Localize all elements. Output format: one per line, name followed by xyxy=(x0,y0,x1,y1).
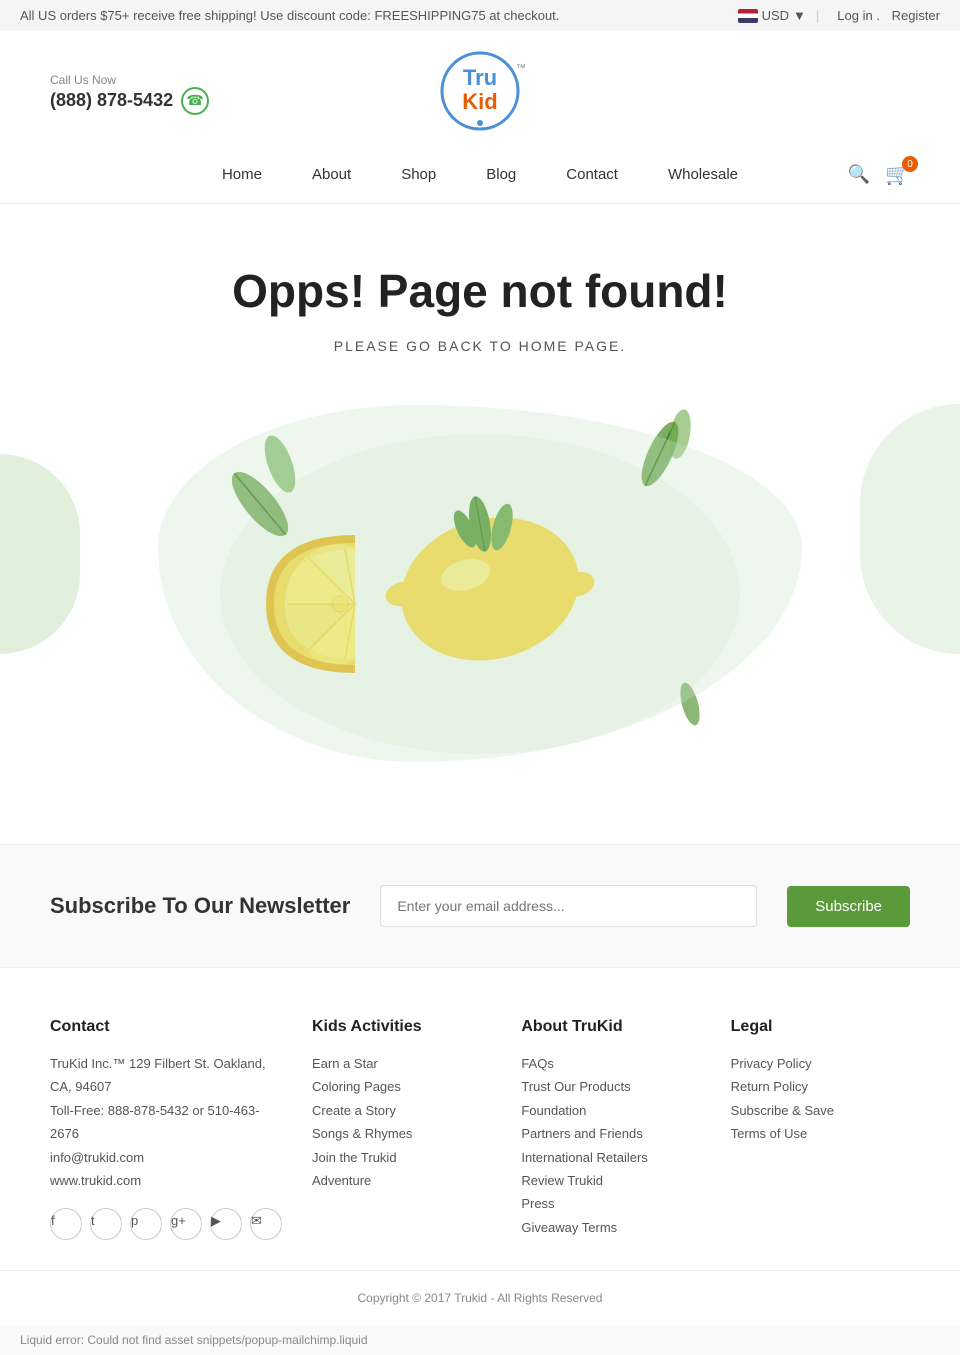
main-nav: Home About Shop Blog Contact Wholesale 🔍… xyxy=(0,156,960,204)
social-facebook[interactable]: f xyxy=(50,1208,82,1240)
social-instagram[interactable]: ✉ xyxy=(250,1208,282,1240)
footer-link-terms[interactable]: Terms of Use xyxy=(731,1122,910,1145)
footer-about-heading: About TruKid xyxy=(521,1018,700,1036)
nav-blog[interactable]: Blog xyxy=(486,166,516,183)
top-bar: All US orders $75+ receive free shipping… xyxy=(0,0,960,31)
social-icons: f t p g+ ▶ ✉ xyxy=(50,1208,282,1240)
footer-contact: Contact TruKid Inc.™ 129 Filbert St. Oak… xyxy=(50,1018,282,1240)
cart-button[interactable]: 🛒 0 xyxy=(885,162,910,187)
footer-email[interactable]: info@trukid.com xyxy=(50,1146,282,1169)
phone-row: (888) 878-5432 ☎ xyxy=(50,87,209,115)
chevron-down-icon: ▼ xyxy=(793,8,806,23)
footer-link-privacy[interactable]: Privacy Policy xyxy=(731,1052,910,1075)
login-link[interactable]: Log in xyxy=(837,8,872,23)
social-twitter[interactable]: t xyxy=(90,1208,122,1240)
register-link[interactable]: Register xyxy=(892,8,940,23)
not-found-section: Opps! Page not found! PLEASE GO BACK TO … xyxy=(0,204,960,824)
call-now-label: Call Us Now xyxy=(50,73,116,87)
header: Call Us Now (888) 878-5432 ☎ Tru Kid ™ xyxy=(0,31,960,156)
phone-number: (888) 878-5432 xyxy=(50,90,173,111)
footer-link-review[interactable]: Review Trukid xyxy=(521,1169,700,1192)
logo[interactable]: Tru Kid ™ xyxy=(400,51,560,136)
nav-home[interactable]: Home xyxy=(222,166,262,183)
nav-icons: 🔍 🛒 0 xyxy=(848,162,910,187)
footer-link-subscribe-save[interactable]: Subscribe & Save xyxy=(731,1099,910,1122)
footer-link-songs-rhymes[interactable]: Songs & Rhymes xyxy=(312,1122,491,1145)
phone-icon: ☎ xyxy=(181,87,209,115)
promo-text: All US orders $75+ receive free shipping… xyxy=(20,8,559,23)
footer-website[interactable]: www.trukid.com xyxy=(50,1169,282,1192)
top-bar-links: Log in . Register xyxy=(829,8,940,23)
copyright-text: Copyright © 2017 Trukid - All Rights Res… xyxy=(358,1291,603,1305)
footer-about: About TruKid FAQs Trust Our Products Fou… xyxy=(521,1018,700,1240)
logo-svg: Tru Kid ™ xyxy=(400,51,560,131)
liquid-error-text: Liquid error: Could not find asset snipp… xyxy=(20,1333,368,1347)
nav-shop[interactable]: Shop xyxy=(401,166,436,183)
footer-link-create-story[interactable]: Create a Story xyxy=(312,1099,491,1122)
social-google-plus[interactable]: g+ xyxy=(170,1208,202,1240)
lemon-illustration xyxy=(20,384,940,804)
footer-link-adventure[interactable]: Adventure xyxy=(312,1169,491,1192)
footer-link-foundation[interactable]: Foundation xyxy=(521,1099,700,1122)
footer-address: TruKid Inc.™ 129 Filbert St. Oakland, CA… xyxy=(50,1052,282,1099)
back-home-link[interactable]: PLEASE GO BACK TO HOME PAGE. xyxy=(334,338,627,354)
newsletter-email-input[interactable] xyxy=(380,885,757,927)
newsletter-title: Subscribe To Our Newsletter xyxy=(50,892,350,921)
svg-text:Tru: Tru xyxy=(462,65,496,90)
svg-text:™: ™ xyxy=(516,63,526,74)
footer-link-giveaway[interactable]: Giveaway Terms xyxy=(521,1216,700,1239)
liquid-error: Liquid error: Could not find asset snipp… xyxy=(0,1325,960,1355)
svg-text:Kid: Kid xyxy=(462,89,497,114)
footer-link-partners[interactable]: Partners and Friends xyxy=(521,1122,700,1145)
copyright: Copyright © 2017 Trukid - All Rights Res… xyxy=(0,1270,960,1325)
currency-selector[interactable]: USD ▼ xyxy=(738,8,806,23)
flag-icon xyxy=(738,9,758,23)
search-icon[interactable]: 🔍 xyxy=(848,164,870,185)
footer-link-earn-star[interactable]: Earn a Star xyxy=(312,1052,491,1075)
footer-kids-activities: Kids Activities Earn a Star Coloring Pag… xyxy=(312,1018,491,1240)
subscribe-button[interactable]: Subscribe xyxy=(787,886,910,927)
cart-badge: 0 xyxy=(902,156,918,172)
social-pinterest[interactable]: p xyxy=(130,1208,162,1240)
currency-label: USD xyxy=(762,8,789,23)
contact-info: Call Us Now (888) 878-5432 ☎ xyxy=(50,73,209,115)
not-found-title: Opps! Page not found! xyxy=(20,264,940,318)
social-youtube[interactable]: ▶ xyxy=(210,1208,242,1240)
footer-legal: Legal Privacy Policy Return Policy Subsc… xyxy=(731,1018,910,1240)
footer-link-faqs[interactable]: FAQs xyxy=(521,1052,700,1075)
footer-tollfree: Toll-Free: 888-878-5432 or 510-463-2676 xyxy=(50,1099,282,1146)
nav-contact[interactable]: Contact xyxy=(566,166,618,183)
footer-kids-heading: Kids Activities xyxy=(312,1018,491,1036)
footer-link-join-trukid[interactable]: Join the Trukid xyxy=(312,1146,491,1169)
footer-link-coloring-pages[interactable]: Coloring Pages xyxy=(312,1075,491,1098)
footer-link-international[interactable]: International Retailers xyxy=(521,1146,700,1169)
footer-contact-heading: Contact xyxy=(50,1018,282,1036)
not-found-subtitle: PLEASE GO BACK TO HOME PAGE. xyxy=(20,338,940,354)
footer-legal-heading: Legal xyxy=(731,1018,910,1036)
separator: | xyxy=(816,8,819,23)
footer-link-press[interactable]: Press xyxy=(521,1192,700,1215)
top-bar-right: USD ▼ | Log in . Register xyxy=(738,8,940,23)
footer: Contact TruKid Inc.™ 129 Filbert St. Oak… xyxy=(0,968,960,1270)
nav-about[interactable]: About xyxy=(312,166,351,183)
footer-link-return[interactable]: Return Policy xyxy=(731,1075,910,1098)
footer-link-trust-products[interactable]: Trust Our Products xyxy=(521,1075,700,1098)
nav-wholesale[interactable]: Wholesale xyxy=(668,166,738,183)
newsletter-section: Subscribe To Our Newsletter Subscribe xyxy=(0,844,960,968)
